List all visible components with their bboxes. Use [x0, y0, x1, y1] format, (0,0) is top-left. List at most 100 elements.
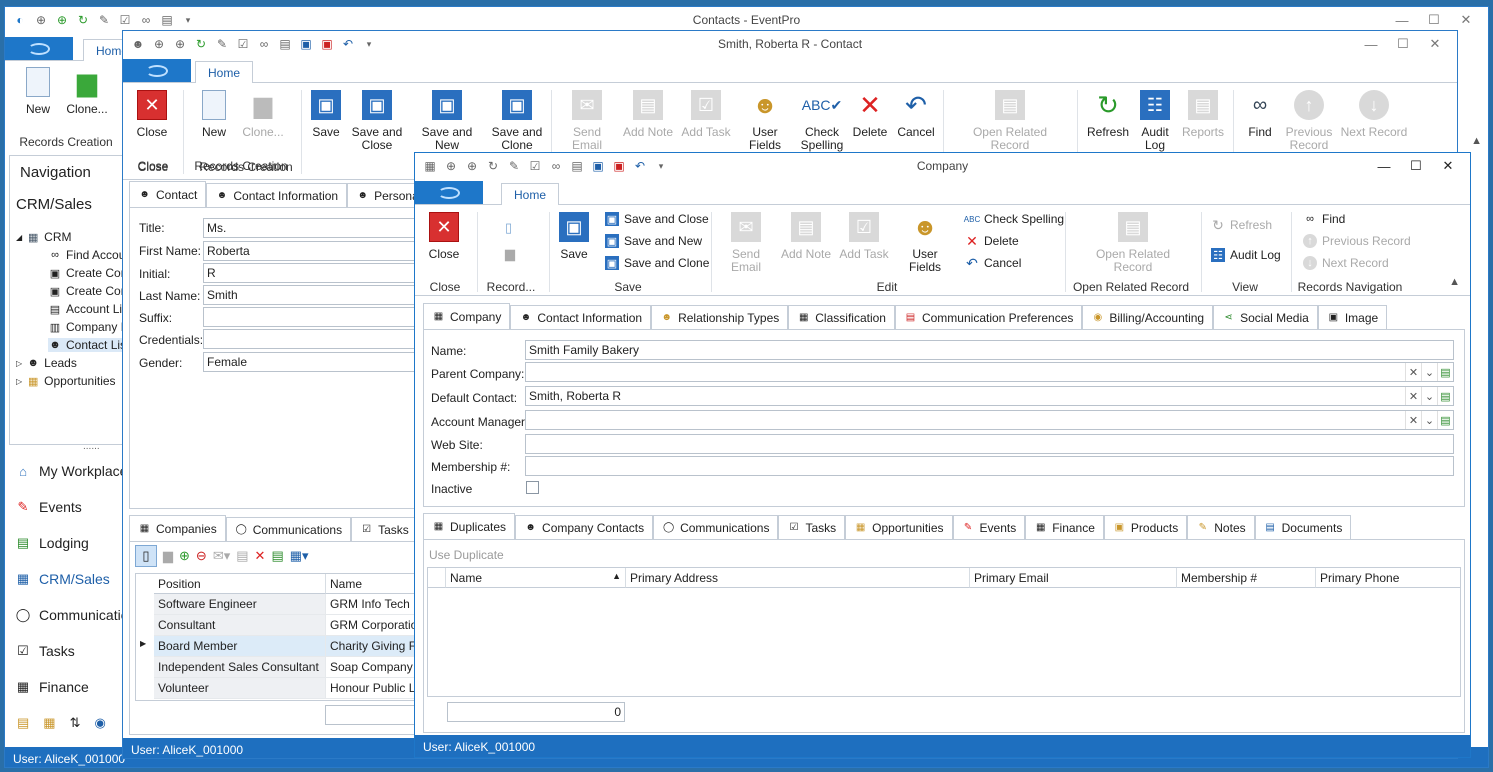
tab-events[interactable]: ✎ Events	[952, 515, 1026, 539]
up-icon[interactable]: ⊕	[152, 37, 166, 51]
company-next-button[interactable]: ↓ Next Record	[1303, 256, 1389, 270]
app-menu-button[interactable]	[123, 59, 191, 82]
company-audit-log-button[interactable]: ☷ Audit Log	[1211, 248, 1281, 262]
grid-header[interactable]: Membership #	[1177, 568, 1316, 588]
inactive-checkbox[interactable]	[526, 481, 539, 494]
contact-add-task-button[interactable]: ☑ Add Task	[679, 90, 733, 139]
company-check-spelling-button[interactable]: ABC Check Spelling	[964, 212, 1064, 226]
lookup-icon[interactable]: ▤	[1437, 363, 1453, 381]
table-cell[interactable]: Charity Giving Foundation	[326, 636, 428, 657]
tab-communications[interactable]: ◯ Communications	[225, 517, 352, 541]
binoculars-icon[interactable]: ∞	[139, 13, 153, 27]
undo-icon[interactable]: ↶	[633, 159, 647, 173]
tab-companies[interactable]: ▦ Companies	[129, 515, 226, 541]
tab-documents[interactable]: ▤ Documents	[1254, 515, 1352, 539]
save-icon[interactable]: ▣	[299, 37, 313, 51]
grid-header[interactable]: Name	[326, 574, 428, 594]
tab-company[interactable]: ▦ Company	[423, 303, 511, 329]
clear-icon[interactable]: ✕	[1405, 387, 1421, 405]
gender-field[interactable]: Female	[203, 352, 423, 372]
save-close-icon[interactable]: ▣	[612, 159, 626, 173]
contact-close-button[interactable]: ✕ Close	[135, 90, 169, 139]
membership-field[interactable]	[525, 456, 1454, 476]
tab-contact-information[interactable]: ☻ Contact Information	[206, 183, 348, 207]
save-close-icon[interactable]: ▣	[320, 37, 334, 51]
company-user-fields-button[interactable]: ☻ User Fields	[895, 212, 955, 274]
contact-previous-button[interactable]: ↑ Previous Record	[1283, 90, 1335, 152]
checklist-icon[interactable]: ☑	[118, 13, 132, 27]
credentials-field[interactable]	[203, 329, 423, 349]
tree-opportunities[interactable]: ▷ ▦ Opportunities	[16, 374, 116, 388]
table-cell[interactable]: Independent Sales Consultant	[154, 657, 326, 678]
company-save-clone-button[interactable]: ▣ Save and Clone	[605, 256, 709, 270]
company-save-button[interactable]: ▣ Save	[557, 212, 591, 261]
company-send-email-button[interactable]: ✉ Send Email	[717, 212, 775, 274]
contact-open-related-button[interactable]: ▤ Open Related Record	[965, 90, 1055, 152]
title-field[interactable]: Ms.	[203, 218, 423, 238]
down-icon[interactable]: ⊕	[465, 159, 479, 173]
contact-refresh-button[interactable]: ↻ Refresh	[1085, 90, 1131, 139]
email-icon[interactable]: ✉▾	[213, 548, 230, 564]
up-icon[interactable]: ⊕	[444, 159, 458, 173]
new-record-icon[interactable]: ▯	[135, 545, 157, 567]
close-window-button[interactable]: ✕	[1419, 31, 1451, 57]
chevron-down-icon[interactable]: ⌄	[1421, 363, 1437, 381]
tab-billing-accounting[interactable]: ◉ Billing/Accounting	[1082, 305, 1214, 329]
contact-cancel-button[interactable]: ↶ Cancel	[895, 90, 937, 139]
maximize-button[interactable]: ☐	[1400, 153, 1432, 179]
add-link-icon[interactable]: ⊕	[179, 548, 190, 564]
clear-icon[interactable]: ✕	[1405, 411, 1421, 429]
tab-notes[interactable]: ✎ Notes	[1187, 515, 1255, 539]
checklist-icon[interactable]: ☑	[528, 159, 542, 173]
use-duplicate-button[interactable]: Use Duplicate	[429, 548, 504, 562]
account-manager-field[interactable]: ✕ ⌄ ▤	[525, 410, 1454, 430]
contact-find-button[interactable]: ∞ Find	[1239, 90, 1281, 139]
tab-opportunities[interactable]: ▦ Opportunities	[845, 515, 953, 539]
tab-products[interactable]: ▣ Products	[1103, 515, 1188, 539]
maximize-button[interactable]: ☐	[1387, 31, 1419, 57]
main-scrollbar[interactable]	[1470, 203, 1484, 723]
chevron-down-icon[interactable]: ⌄	[1421, 411, 1437, 429]
company-close-button[interactable]: ✕ Close	[427, 212, 461, 261]
main-ribbon-collapse-icon[interactable]: ▲	[1471, 135, 1482, 147]
contact-save-clone-button[interactable]: ▣ Save and Clone	[489, 90, 545, 152]
nav-crm-sales[interactable]: ▦ CRM/Sales	[15, 571, 110, 587]
company-refresh-button[interactable]: ↻ Refresh	[1211, 217, 1272, 233]
tab-tasks[interactable]: ☑ Tasks	[351, 517, 418, 541]
sort-icon[interactable]: ⇅	[70, 715, 81, 731]
contact-send-email-button[interactable]: ✉ Send Email	[557, 90, 617, 152]
new-doc-icon[interactable]: ▯	[505, 220, 512, 236]
down-icon[interactable]: ⊕	[55, 13, 69, 27]
delete-icon[interactable]: ✕	[255, 548, 266, 564]
edit-icon[interactable]: ✎	[97, 13, 111, 27]
clone-record-icon[interactable]: ▆	[163, 548, 173, 564]
company-previous-button[interactable]: ↑ Previous Record	[1303, 234, 1411, 248]
company-cancel-button[interactable]: ↶ Cancel	[965, 255, 1021, 271]
undo-icon[interactable]: ↶	[341, 37, 355, 51]
company-home-tab[interactable]: Home	[501, 183, 560, 205]
tab-communication-preferences[interactable]: ▤ Communication Preferences	[894, 305, 1083, 329]
tab-finance[interactable]: ▦ Finance	[1025, 515, 1104, 539]
close-window-button[interactable]: ✕	[1432, 153, 1464, 179]
company-save-new-button[interactable]: ▣ Save and New	[605, 234, 702, 248]
clipboard-icon[interactable]: ▤	[570, 159, 584, 173]
chevron-down-icon[interactable]: ⌄	[1421, 387, 1437, 405]
tree-contact-list[interactable]: ☻ Contact List	[48, 338, 130, 352]
tab-company-contacts[interactable]: ☻ Company Contacts	[515, 515, 654, 539]
tab-image[interactable]: ▣ Image	[1317, 305, 1388, 329]
table-cell[interactable]: Soap Company Inc	[326, 657, 428, 678]
ribbon-collapse-icon[interactable]: ▲	[1449, 276, 1460, 288]
nav-finance[interactable]: ▦ Finance	[15, 679, 89, 695]
contact-save-close-button[interactable]: ▣ Save and Close	[349, 90, 405, 152]
tab-communications[interactable]: ◯ Communications	[653, 515, 779, 539]
checklist-icon[interactable]: ☑	[236, 37, 250, 51]
tab-social-media[interactable]: ⋖ Social Media	[1213, 305, 1318, 329]
contact-check-spelling-button[interactable]: ABC✔ Check Spelling	[797, 90, 847, 152]
table-cell[interactable]: GRM Corporation	[326, 615, 428, 636]
main-clone-button[interactable]: ▆ Clone...	[63, 67, 111, 116]
clipboard-icon[interactable]: ▤	[160, 13, 174, 27]
company-delete-button[interactable]: ✕ Delete	[965, 233, 1019, 249]
table-cell[interactable]: Software Engineer	[154, 594, 326, 615]
qat-dropdown-icon[interactable]: ▾	[181, 13, 195, 27]
save-icon[interactable]: ▣	[591, 159, 605, 173]
